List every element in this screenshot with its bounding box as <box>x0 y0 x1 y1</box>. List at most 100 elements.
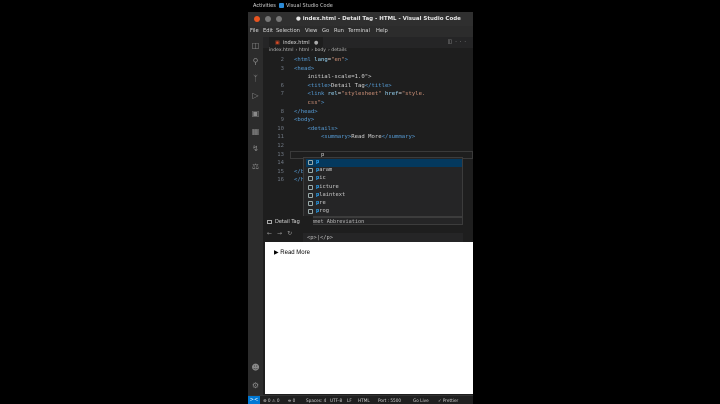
tab-label: index.html <box>283 40 310 46</box>
encoding-indicator[interactable]: UTF-8 <box>330 398 342 403</box>
emmet-abbreviation-label: Emmet Abbreviation <box>303 217 463 225</box>
menu-bar: File Edit Selection View Go Run Terminal… <box>248 26 473 37</box>
activities-button[interactable]: Activities <box>253 3 276 9</box>
system-top-bar: Activities Visual Studio Code <box>248 0 473 12</box>
line-number: 10 <box>277 125 284 132</box>
editor-actions: ◫··· <box>447 39 469 45</box>
suggestion-item[interactable]: picture <box>306 184 462 192</box>
suggestion-item[interactable]: p <box>306 159 462 167</box>
account-icon[interactable]: ☻ <box>251 363 260 372</box>
menu-go[interactable]: Go <box>322 28 329 34</box>
line-number: 6 <box>280 82 284 89</box>
reload-icon[interactable]: ↻ <box>287 230 297 237</box>
forward-icon[interactable]: → <box>277 230 287 237</box>
go-live-button[interactable]: Go Live <box>413 398 429 403</box>
remote-explorer-icon[interactable]: ▣ <box>251 109 260 118</box>
line-number: 12 <box>277 143 284 149</box>
close-tab-icon[interactable]: ● <box>314 40 318 46</box>
code-line: initial-scale=1.0"> <box>294 74 372 81</box>
code-line: css"> <box>294 100 325 106</box>
more-actions-icon[interactable]: ··· <box>455 39 469 45</box>
code-line: <details> <box>294 125 338 132</box>
snippet-icon <box>308 201 313 206</box>
search-icon[interactable]: ⚲ <box>251 57 260 66</box>
code-line: <body> <box>294 117 315 124</box>
explorer-icon[interactable]: ◫ <box>251 41 260 50</box>
back-icon[interactable]: ← <box>267 230 277 237</box>
snippet-icon <box>308 192 313 198</box>
breadcrumb: index.html › html › body › details <box>269 48 347 53</box>
line-number: 15 <box>277 168 284 175</box>
code-line: <link rel="stylesheet" href="style. <box>294 91 426 98</box>
tab-index-html[interactable]: ▣ index.html ● <box>269 37 323 48</box>
vscode-window: Activities Visual Studio Code ● index.ht… <box>248 0 473 404</box>
lightning-icon[interactable]: ↯ <box>251 144 260 153</box>
browser-nav: ←→↻ <box>263 228 313 240</box>
suggestion-item[interactable]: plaintext <box>306 192 462 200</box>
breadcrumb-item[interactable]: index.html <box>269 48 294 53</box>
window-title: ● index.html - Detail Tag - HTML - Visua… <box>296 16 461 22</box>
menu-edit[interactable]: Edit <box>263 28 273 34</box>
summary-text: Read More <box>280 250 310 256</box>
code-line: <summary>Read More</summary> <box>294 134 416 141</box>
line-number: 13 <box>277 151 284 158</box>
suggestion-item[interactable]: pre <box>306 200 462 208</box>
suggestion-item[interactable]: pic <box>306 175 462 183</box>
details-summary[interactable]: ▶ Read More <box>274 249 310 256</box>
browser-icon <box>267 220 272 224</box>
testing-icon[interactable]: ⚖ <box>251 162 260 171</box>
snippet-icon <box>308 176 313 182</box>
breadcrumb-item[interactable]: details <box>331 48 346 53</box>
close-window-button[interactable] <box>254 16 260 22</box>
line-number: 9 <box>280 117 284 124</box>
snippet-icon <box>308 168 313 174</box>
suggestion-item[interactable]: prog <box>306 208 462 216</box>
menu-selection[interactable]: Selection <box>276 28 300 34</box>
line-number: 11 <box>277 134 284 141</box>
suggestion-item[interactable]: param <box>306 167 462 175</box>
extensions-icon[interactable]: ▦ <box>251 127 260 136</box>
code-line: <head> <box>294 65 315 72</box>
line-number: 7 <box>280 91 284 98</box>
menu-view[interactable]: View <box>305 28 317 34</box>
line-number: 8 <box>280 108 284 115</box>
source-control-icon[interactable]: ᛉ <box>251 74 260 83</box>
menu-file[interactable]: File <box>250 28 259 34</box>
ports-indicator[interactable]: ⛯ 0 <box>288 398 295 403</box>
snippet-icon <box>308 209 313 215</box>
editor-tabs: ▣ index.html ● ◫··· <box>263 37 473 48</box>
maximize-window-button[interactable] <box>276 16 282 22</box>
language-indicator[interactable]: HTML <box>358 398 370 403</box>
snippet-icon <box>308 160 313 165</box>
line-number: 16 <box>277 177 284 184</box>
problems-indicator[interactable]: ⊗ 0 ⚠ 0 <box>263 398 280 403</box>
breadcrumb-item[interactable]: html <box>299 48 309 53</box>
app-menu-label[interactable]: Visual Studio Code <box>286 3 333 9</box>
line-number: 14 <box>277 160 284 167</box>
prettier-indicator[interactable]: ✓ Prettier <box>438 398 458 403</box>
title-bar: ● index.html - Detail Tag - HTML - Visua… <box>248 12 473 26</box>
port-indicator[interactable]: Port : 5500 <box>378 398 401 403</box>
remote-indicator[interactable]: >< <box>248 396 260 404</box>
indentation-indicator[interactable]: Spaces: 4 <box>306 398 326 403</box>
html-file-icon: ▣ <box>275 40 280 46</box>
browser-viewport: ▶ Read More <box>265 242 473 394</box>
menu-help[interactable]: Help <box>376 28 388 34</box>
code-line: <html lang="en"> <box>294 57 348 63</box>
tab-simple-browser[interactable]: Detail Tag <box>263 216 313 228</box>
snippet-icon <box>308 184 313 190</box>
line-number: 2 <box>280 57 284 63</box>
menu-run[interactable]: Run <box>334 28 344 34</box>
run-debug-icon[interactable]: ▷ <box>251 91 260 100</box>
status-bar: >< ⊗ 0 ⚠ 0 ⛯ 0 Spaces: 4 UTF-8 LF HTML P… <box>248 395 473 404</box>
menu-terminal[interactable]: Terminal <box>348 28 370 34</box>
eol-indicator[interactable]: LF <box>347 398 352 403</box>
suggestion-widget: p param pic picture plaintext pre prog <box>303 157 463 217</box>
line-number: 3 <box>280 65 284 72</box>
breadcrumb-item[interactable]: body <box>315 48 326 53</box>
code-line: <title>Detail Tag</title> <box>294 82 392 89</box>
gear-icon[interactable]: ⚙ <box>251 381 260 390</box>
code-line: </head> <box>294 108 318 115</box>
vscode-app-icon <box>279 3 284 8</box>
minimize-window-button[interactable] <box>265 16 271 22</box>
